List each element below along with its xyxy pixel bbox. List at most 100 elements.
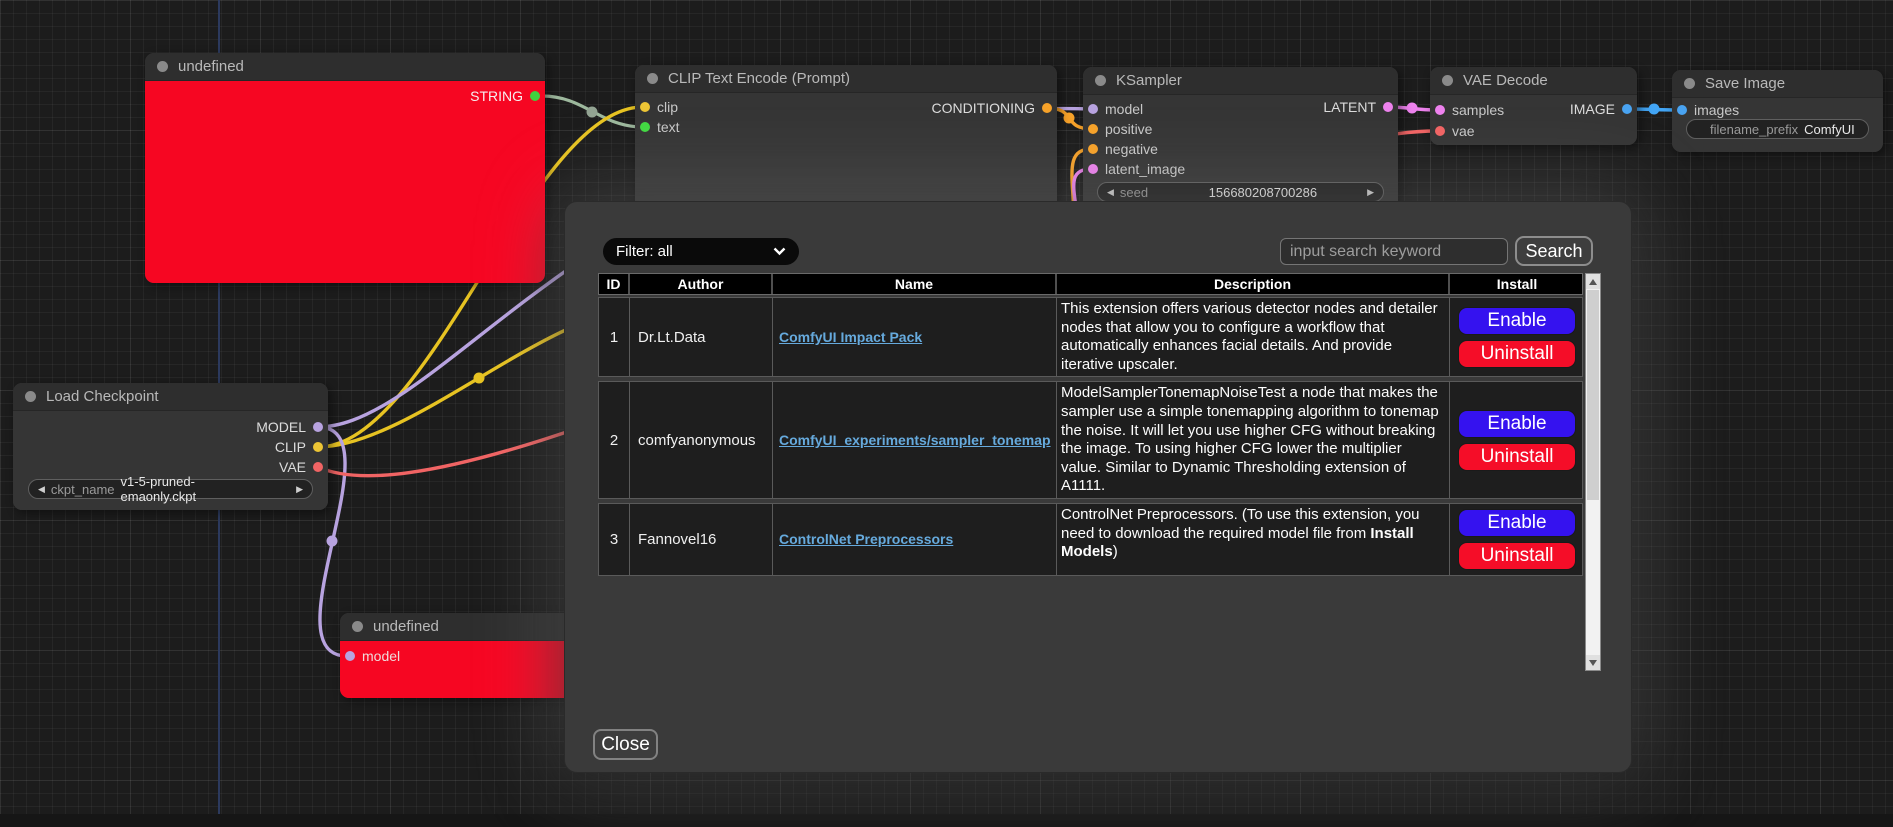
table-row: 2comfyanonymousComfyUI_experiments/sampl… — [598, 381, 1583, 499]
slot-dot — [640, 102, 650, 112]
seed-widget[interactable]: ◀ seed 156680208700286 ▶ — [1097, 182, 1384, 202]
extension-name-link[interactable]: ComfyUI Impact Pack — [773, 298, 1057, 376]
cell-id: 2 — [599, 382, 630, 498]
slot-dot — [530, 91, 540, 101]
slot-dot — [1435, 105, 1445, 115]
table-header: ID Author Name Description Install — [598, 273, 1583, 295]
header-install: Install — [1450, 274, 1584, 294]
cell-install: Enable Uninstall — [1450, 504, 1584, 575]
node-title: KSampler — [1116, 72, 1182, 89]
stepper-right-icon[interactable]: ▶ — [296, 485, 303, 494]
node-collapse-dot[interactable] — [647, 73, 658, 84]
cell-description: ModelSamplerTonemapNoiseTest a node that… — [1057, 382, 1450, 498]
cell-id: 3 — [599, 504, 630, 575]
input-slot-vae[interactable]: vae — [1435, 122, 1475, 140]
node-vae-decode[interactable]: VAE Decode samples vae IMAGE — [1430, 67, 1637, 145]
slot-dot — [313, 422, 323, 432]
output-slot-model[interactable]: MODEL — [256, 418, 323, 436]
output-slot-clip[interactable]: CLIP — [275, 438, 323, 456]
extensions-table-body: 1Dr.Lt.DataComfyUI Impact PackThis exten… — [598, 297, 1583, 576]
node-collapse-dot[interactable] — [1442, 75, 1453, 86]
extensions-table: ID Author Name Description Install 1Dr.L… — [598, 273, 1583, 580]
close-button[interactable]: Close — [593, 729, 658, 760]
uninstall-button[interactable]: Uninstall — [1458, 340, 1576, 368]
slot-dot — [1677, 105, 1687, 115]
stepper-left-icon[interactable]: ◀ — [38, 485, 45, 494]
slot-dot — [313, 462, 323, 472]
uninstall-button[interactable]: Uninstall — [1458, 443, 1576, 471]
link-dot-latent — [1407, 103, 1418, 114]
ckpt-name-widget[interactable]: ◀ ckpt_name v1-5-pruned-emaonly.ckpt ▶ — [28, 479, 313, 499]
scroll-up-arrow[interactable] — [1586, 274, 1600, 289]
node-collapse-dot[interactable] — [25, 391, 36, 402]
table-row: 1Dr.Lt.DataComfyUI Impact PackThis exten… — [598, 297, 1583, 377]
output-slot-image[interactable]: IMAGE — [1570, 100, 1632, 118]
input-slot-images[interactable]: images — [1677, 101, 1739, 119]
node-collapse-dot[interactable] — [157, 61, 168, 72]
table-row: 3Fannovel16ControlNet PreprocessorsContr… — [598, 503, 1583, 576]
slot-dot — [1088, 164, 1098, 174]
slot-dot — [1088, 144, 1098, 154]
node-title: VAE Decode — [1463, 72, 1548, 89]
slot-dot — [1088, 104, 1098, 114]
slot-dot — [345, 651, 355, 661]
output-slot-latent[interactable]: LATENT — [1323, 98, 1393, 116]
table-scrollbar[interactable] — [1585, 273, 1601, 671]
node-collapse-dot[interactable] — [1095, 75, 1106, 86]
node-undefined-top[interactable]: undefined STRING — [145, 53, 545, 283]
output-slot-vae[interactable]: VAE — [279, 458, 323, 476]
link-dot-string — [587, 107, 598, 118]
stepper-left-icon[interactable]: ◀ — [1107, 188, 1114, 197]
cell-author: comfyanonymous — [630, 382, 773, 498]
link-dot-image — [1649, 104, 1660, 115]
input-slot-positive[interactable]: positive — [1088, 120, 1152, 138]
node-title: undefined — [373, 618, 439, 635]
link-dot-model — [327, 536, 338, 547]
cell-description: ControlNet Preprocessors. (To use this e… — [1057, 504, 1450, 575]
node-save-image[interactable]: Save Image images filename_prefix ComfyU… — [1672, 70, 1883, 152]
filter-dropdown[interactable]: Filter: all — [603, 238, 799, 265]
cell-id: 1 — [599, 298, 630, 376]
input-slot-negative[interactable]: negative — [1088, 140, 1158, 158]
node-title: undefined — [178, 58, 244, 75]
link-dot-conditioning — [1064, 113, 1075, 124]
stepper-right-icon[interactable]: ▶ — [1367, 188, 1374, 197]
header-id: ID — [599, 274, 630, 294]
slot-dot — [1042, 103, 1052, 113]
header-author: Author — [630, 274, 773, 294]
search-button[interactable]: Search — [1515, 236, 1593, 266]
slot-dot — [1383, 102, 1393, 112]
node-title: Load Checkpoint — [46, 388, 159, 405]
slot-dot — [1088, 124, 1098, 134]
node-collapse-dot[interactable] — [1684, 78, 1695, 89]
cell-install: Enable Uninstall — [1450, 382, 1584, 498]
scroll-down-arrow[interactable] — [1586, 655, 1600, 670]
input-slot-clip[interactable]: clip — [640, 98, 678, 116]
enable-button[interactable]: Enable — [1458, 509, 1576, 537]
input-slot-latent-image[interactable]: latent_image — [1088, 160, 1185, 178]
input-slot-model[interactable]: model — [345, 647, 400, 665]
node-load-checkpoint[interactable]: Load Checkpoint MODEL CLIP VAE ◀ ckpt_na… — [13, 383, 328, 510]
search-input[interactable] — [1280, 238, 1508, 265]
header-description: Description — [1057, 274, 1450, 294]
enable-button[interactable]: Enable — [1458, 410, 1576, 438]
extension-name-link[interactable]: ComfyUI_experiments/sampler_tonemap — [773, 382, 1057, 498]
input-slot-samples[interactable]: samples — [1435, 101, 1504, 119]
link-dot-clip-2 — [474, 373, 485, 384]
chevron-down-icon — [773, 247, 786, 256]
input-slot-model[interactable]: model — [1088, 100, 1143, 118]
scrollbar-thumb[interactable] — [1587, 290, 1599, 500]
node-collapse-dot[interactable] — [352, 621, 363, 632]
output-slot-conditioning[interactable]: CONDITIONING — [932, 99, 1052, 117]
extension-name-link[interactable]: ControlNet Preprocessors — [773, 504, 1057, 575]
uninstall-button[interactable]: Uninstall — [1458, 542, 1576, 570]
custom-nodes-manager-dialog: Filter: all Search ID Author Name Descri… — [564, 201, 1632, 773]
node-title: CLIP Text Encode (Prompt) — [668, 70, 850, 87]
header-name: Name — [773, 274, 1057, 294]
cell-install: Enable Uninstall — [1450, 298, 1584, 376]
input-slot-text[interactable]: text — [640, 118, 680, 136]
output-slot-string[interactable]: STRING — [470, 87, 540, 105]
enable-button[interactable]: Enable — [1458, 307, 1576, 335]
filename-prefix-widget[interactable]: filename_prefix ComfyUI — [1686, 119, 1869, 139]
node-ksampler[interactable]: KSampler model positive negative latent_… — [1083, 67, 1398, 210]
